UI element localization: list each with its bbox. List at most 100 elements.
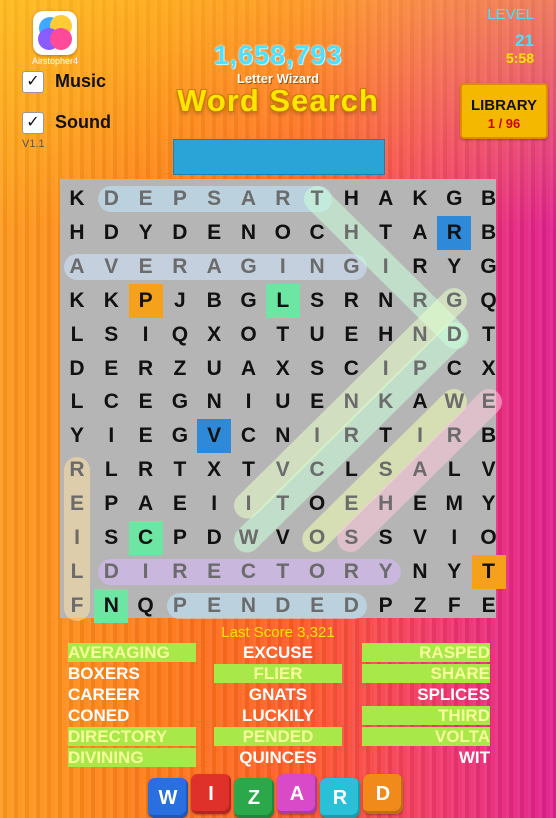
grid-cell[interactable]: O [266,216,300,250]
grid-cell[interactable]: E [129,182,163,216]
grid-cell[interactable]: M [437,487,471,521]
grid-cell[interactable]: S [334,521,368,555]
grid-cell[interactable]: E [94,352,128,386]
grid-cell[interactable]: E [300,589,334,623]
grid-cell[interactable]: I [232,487,266,521]
grid-cell[interactable]: E [197,589,231,623]
grid-cell[interactable]: B [472,216,506,250]
grid-cell[interactable]: G [163,385,197,419]
grid-cell[interactable]: N [403,318,437,352]
grid-cell[interactable]: T [369,216,403,250]
grid-cell[interactable]: C [300,453,334,487]
grid-cell[interactable]: I [369,250,403,284]
grid-cell[interactable]: U [197,352,231,386]
grid-cell[interactable]: A [232,352,266,386]
grid-cell[interactable]: D [334,589,368,623]
music-checkbox[interactable]: ✓ [22,71,44,93]
grid-cell[interactable]: H [369,318,403,352]
grid-cell[interactable]: G [472,250,506,284]
grid-cell[interactable]: A [60,250,94,284]
grid-cell[interactable]: V [403,521,437,555]
grid-cell[interactable]: P [163,589,197,623]
grid-cell[interactable]: D [94,555,128,589]
grid-cell[interactable]: N [232,216,266,250]
grid-cell[interactable]: D [197,521,231,555]
grid-cell[interactable]: D [163,216,197,250]
grid-cell[interactable]: R [129,352,163,386]
grid-cell[interactable]: C [334,352,368,386]
grid-cell[interactable]: C [437,352,471,386]
grid-cell[interactable]: X [197,453,231,487]
grid-cell[interactable]: I [266,250,300,284]
grid-cell[interactable]: E [334,318,368,352]
grid-cell[interactable]: R [334,555,368,589]
grid-cell[interactable]: F [60,589,94,623]
grid-cell[interactable]: T [266,555,300,589]
grid-cell[interactable]: Q [129,589,163,623]
grid-cell[interactable]: T [471,554,506,589]
grid-cell[interactable]: Y [472,487,506,521]
grid-cell[interactable]: C [300,216,334,250]
grid-cell[interactable]: R [334,284,368,318]
grid-cell[interactable]: E [197,555,231,589]
grid-cell[interactable]: E [129,250,163,284]
grid-cell[interactable]: C [232,555,266,589]
game-center-icon[interactable] [33,11,77,55]
grid-cell[interactable]: R [403,250,437,284]
grid-cell[interactable]: V [197,419,232,454]
grid-cell[interactable]: U [266,385,300,419]
grid-cell[interactable]: E [403,487,437,521]
grid-cell[interactable]: E [472,589,506,623]
grid-cell[interactable]: G [163,419,197,453]
grid-cell[interactable]: V [266,521,300,555]
grid-cell[interactable]: I [60,521,94,555]
grid-cell[interactable]: S [300,284,334,318]
grid-cell[interactable]: L [94,453,128,487]
grid-cell[interactable]: I [300,419,334,453]
grid-cell[interactable]: H [60,216,94,250]
grid-cell[interactable]: P [94,487,128,521]
grid-cell[interactable]: Y [369,555,403,589]
grid-cell[interactable]: D [266,589,300,623]
grid-cell[interactable]: L [437,453,471,487]
grid-cell[interactable]: R [60,453,94,487]
grid-cell[interactable]: R [129,453,163,487]
grid-cell[interactable]: Z [403,589,437,623]
grid-cell[interactable]: S [369,453,403,487]
grid-cell[interactable]: A [403,385,437,419]
grid-cell[interactable]: T [266,487,300,521]
grid-cell[interactable]: E [129,419,163,453]
grid-cell[interactable]: P [403,352,437,386]
grid-cell[interactable]: O [300,521,334,555]
grid-cell[interactable]: S [369,521,403,555]
grid-cell[interactable]: J [163,284,197,318]
grid-cell[interactable]: E [334,487,368,521]
grid-cell[interactable]: T [232,453,266,487]
grid-cell[interactable]: E [472,385,506,419]
grid-cell[interactable]: S [197,182,231,216]
grid-cell[interactable]: D [437,318,471,352]
grid-cell[interactable]: E [197,216,231,250]
grid-cell[interactable]: C [94,385,128,419]
grid-cell[interactable]: H [369,487,403,521]
grid-cell[interactable]: T [472,318,506,352]
grid-cell[interactable]: X [197,318,231,352]
grid-cell[interactable]: P [128,283,163,318]
grid-cell[interactable]: G [232,250,266,284]
grid-cell[interactable]: V [266,453,300,487]
grid-cell[interactable]: A [129,487,163,521]
grid-cell[interactable]: N [266,419,300,453]
grid-cell[interactable]: G [437,284,471,318]
grid-cell[interactable]: Y [129,216,163,250]
grid-cell[interactable]: O [300,487,334,521]
grid-cell[interactable]: Z [163,352,197,386]
grid-cell[interactable]: D [60,352,94,386]
grid-cell[interactable]: A [197,250,231,284]
library-button[interactable]: LIBRARY 1 / 96 [460,83,548,139]
grid-cell[interactable]: V [472,453,506,487]
grid-cell[interactable]: Q [472,284,506,318]
grid-cell[interactable]: S [94,318,128,352]
grid-cell[interactable]: H [334,182,368,216]
grid-cell[interactable]: N [300,250,334,284]
grid-cell[interactable]: H [334,216,368,250]
